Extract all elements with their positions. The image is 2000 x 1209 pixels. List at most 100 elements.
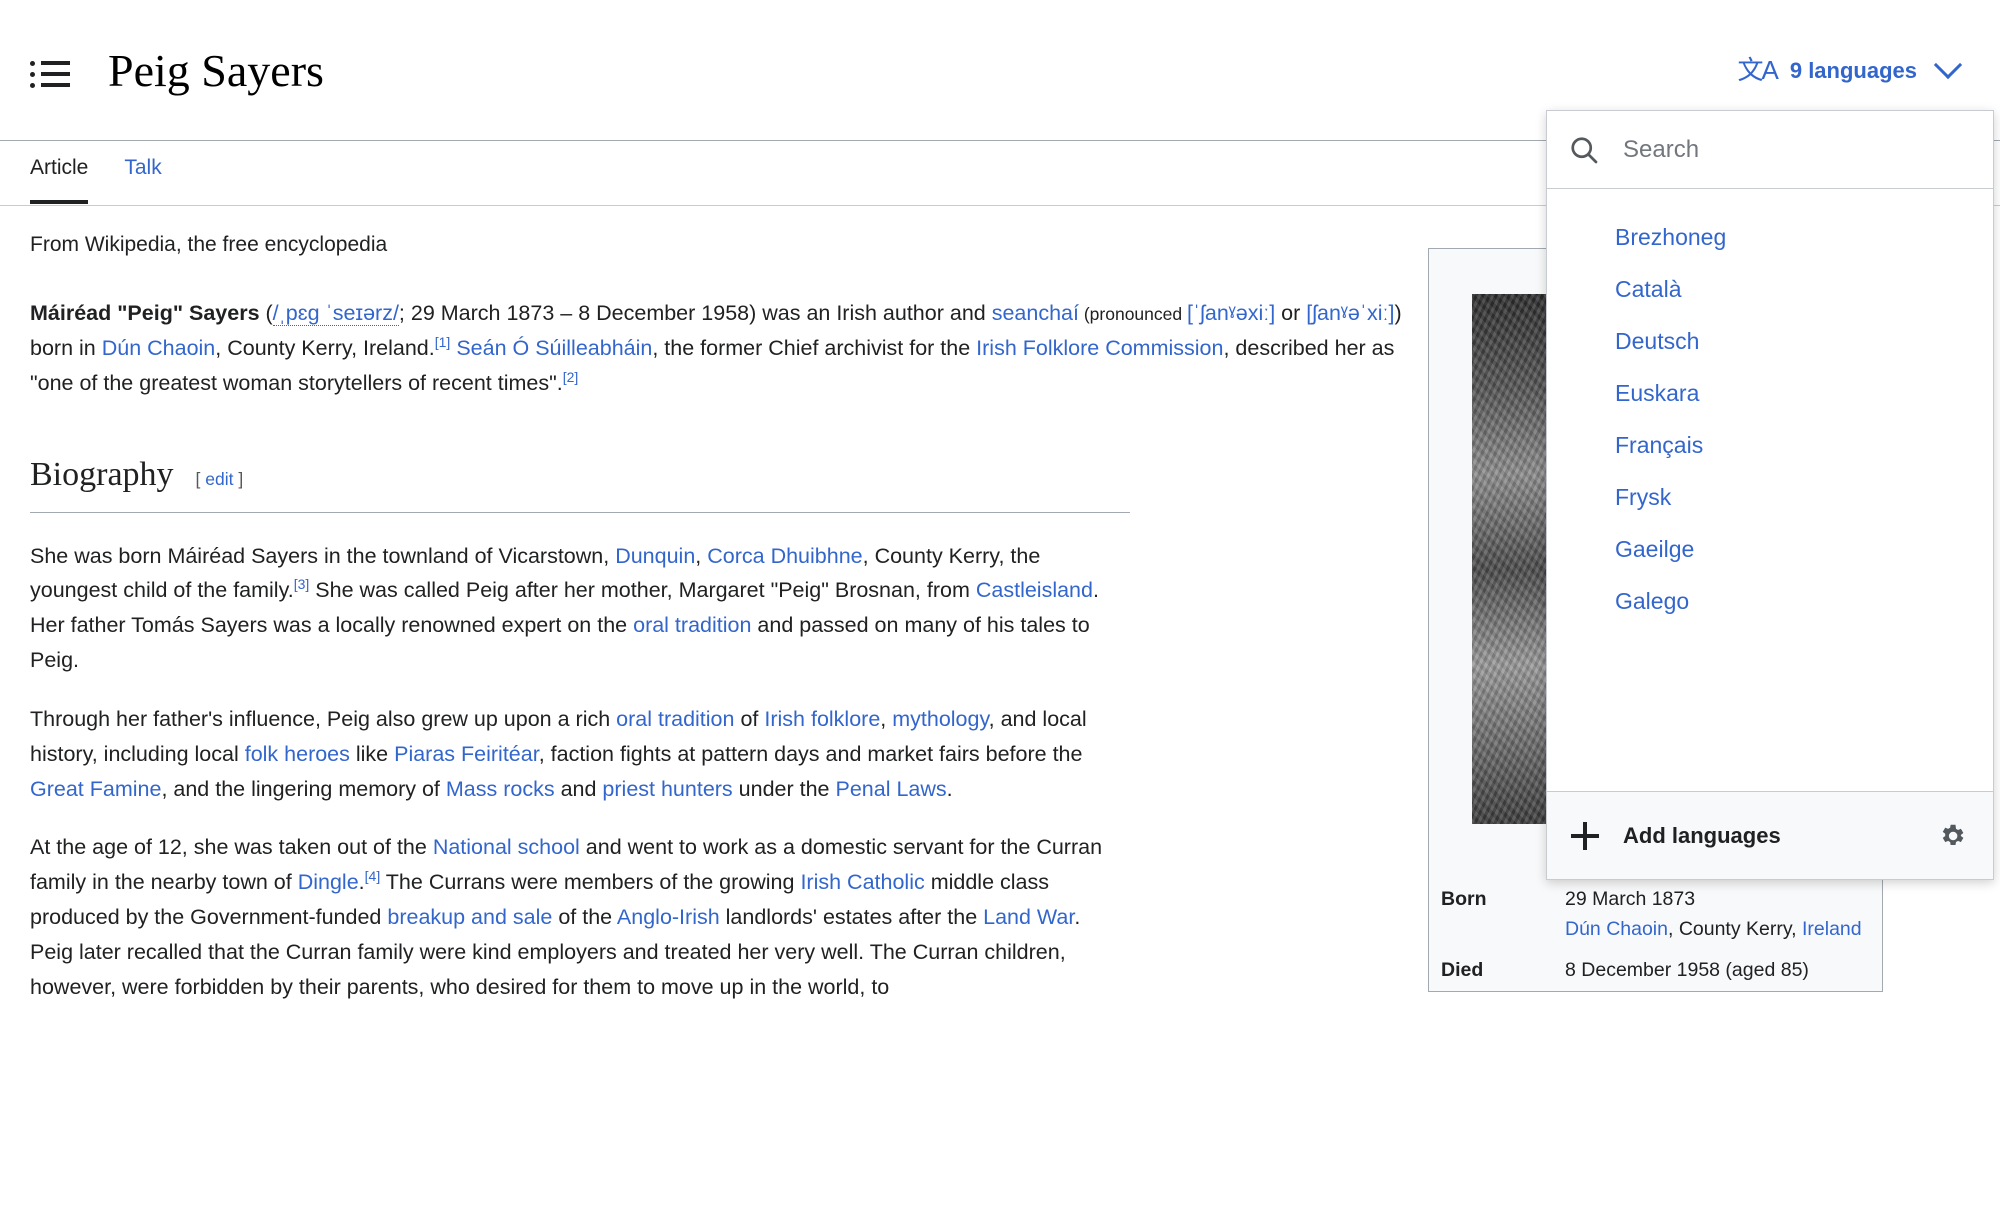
language-item-galego[interactable]: Galego xyxy=(1547,575,1993,627)
born-place: Dún Chaoin, County Kerry, Ireland xyxy=(1565,915,1870,944)
p2-text-c: , xyxy=(880,706,893,731)
language-item-gaeilge[interactable]: Gaeilge xyxy=(1547,523,1993,575)
language-item-brezhoneg[interactable]: Brezhoneg xyxy=(1547,211,1993,263)
language-item-catala[interactable]: Català xyxy=(1547,263,1993,315)
lead-archivist: , the former Chief archivist for the xyxy=(652,335,977,360)
p2-text-a: Through her father's influence, Peig als… xyxy=(30,706,617,731)
paragraph-2: Through her father's influence, Peig als… xyxy=(30,702,1120,806)
paragraph-1: She was born Máiréad Sayers in the townl… xyxy=(30,539,1120,678)
p1-text-d: She was called Peig after her mother, Ma… xyxy=(309,578,976,603)
link-mass-rocks[interactable]: Mass rocks xyxy=(446,777,555,801)
edit-bracket-close: ] xyxy=(238,468,244,489)
edit-section-link[interactable]: edit xyxy=(205,469,233,489)
language-panel-footer: Add languages xyxy=(1547,791,1993,879)
link-mythology[interactable]: mythology xyxy=(892,707,988,731)
born-place-rest: , County Kerry, xyxy=(1667,917,1802,940)
page-title: Peig Sayers xyxy=(108,45,324,96)
language-item-frysk[interactable]: Frysk xyxy=(1547,471,1993,523)
link-breakup-and-sale[interactable]: breakup and sale xyxy=(387,905,552,929)
lead-county: , County Kerry, Ireland. xyxy=(215,335,435,360)
p1-text-b: , xyxy=(695,543,708,568)
lead-paragraph: Máiréad "Peig" Sayers (/ˌpɛɡ ˈseɪərz/; 2… xyxy=(30,296,1420,400)
add-languages-button[interactable]: Add languages xyxy=(1623,823,1937,849)
p2-text-i: under the xyxy=(732,776,836,801)
language-count-label: 9 languages xyxy=(1789,58,1917,83)
tab-article[interactable]: Article xyxy=(30,157,89,204)
link-oral-tradition-1[interactable]: oral tradition xyxy=(633,613,751,637)
link-seanchai[interactable]: seanchaí xyxy=(992,301,1079,325)
link-oral-tradition-2[interactable]: oral tradition xyxy=(616,707,734,731)
link-land-war[interactable]: Land War xyxy=(983,905,1074,929)
reference-4[interactable]: [4] xyxy=(365,868,381,884)
infobox-value-born: 29 March 1873 Dún Chaoin, County Kerry, … xyxy=(1557,883,1882,946)
infobox-row-born: Born 29 March 1873 Dún Chaoin, County Ke… xyxy=(1429,879,1882,950)
infobox-label-died: Died xyxy=(1441,958,1484,981)
reference-1[interactable]: [1] xyxy=(435,334,451,350)
tab-talk[interactable]: Talk xyxy=(124,157,161,200)
lead-dates: ; 29 March 1873 – 8 December 1958) was a… xyxy=(398,301,992,326)
link-folk-heroes[interactable]: folk heroes xyxy=(245,742,350,766)
link-anglo-irish[interactable]: Anglo-Irish xyxy=(617,905,720,929)
link-national-school[interactable]: National school xyxy=(433,835,580,859)
section-heading-biography: Biography [ edit ] xyxy=(30,447,1130,513)
p2-text-h: and xyxy=(554,776,603,801)
reference-3[interactable]: [3] xyxy=(294,576,310,592)
chevron-down-icon xyxy=(1933,50,1963,80)
p2-text-b: of xyxy=(734,706,765,731)
link-dingle[interactable]: Dingle xyxy=(298,870,359,894)
paragraph-3: At the age of 12, she was taken out of t… xyxy=(30,830,1120,1004)
language-dropdown-panel: Brezhoneg Català Deutsch Euskara Françai… xyxy=(1546,110,1994,880)
link-castleisland[interactable]: Castleisland xyxy=(976,578,1093,602)
p3-text-a: At the age of 12, she was taken out of t… xyxy=(30,835,433,860)
pronounced-label: (pronounced xyxy=(1078,304,1187,325)
language-list: Brezhoneg Català Deutsch Euskara Françai… xyxy=(1547,189,1993,791)
reference-2[interactable]: [2] xyxy=(563,369,579,385)
link-piaras-feiritear[interactable]: Piaras Feiritéar xyxy=(394,742,539,766)
link-corca-dhuibhne[interactable]: Corca Dhuibhne xyxy=(707,544,862,568)
edit-bracket-open: [ xyxy=(195,468,201,489)
language-item-deutsch[interactable]: Deutsch xyxy=(1547,315,1993,367)
link-dunquin[interactable]: Dunquin xyxy=(615,544,695,568)
edit-section-wrap: [ edit ] xyxy=(196,465,244,493)
p2-text-g: , and the lingering memory of xyxy=(161,776,446,801)
link-dun-chaoin-infobox[interactable]: Dún Chaoin xyxy=(1565,918,1668,940)
link-dun-chaoin[interactable]: Dún Chaoin xyxy=(102,336,216,360)
link-irish-folklore[interactable]: Irish folklore xyxy=(764,707,880,731)
lead-open-paren: ( xyxy=(259,301,273,326)
subject-name: Máiréad "Peig" Sayers xyxy=(30,301,260,326)
language-item-francais[interactable]: Français xyxy=(1547,419,1993,471)
language-search-row xyxy=(1547,111,1993,189)
list-menu-icon[interactable] xyxy=(30,54,70,88)
p3-text-f: of the xyxy=(552,905,617,930)
link-priest-hunters[interactable]: priest hunters xyxy=(602,777,732,801)
language-search-input[interactable] xyxy=(1621,134,1971,165)
section-title: Biography xyxy=(30,455,174,493)
ipa-english-link[interactable]: /ˌpɛɡ ˈseɪərz/ xyxy=(272,301,399,327)
ipa-irish-link-1[interactable]: [ˈʃanˠəxiː] xyxy=(1187,301,1275,325)
p3-text-d: The Currans were members of the growing xyxy=(380,870,801,895)
infobox-row-died: Died 8 December 1958 (aged 85) xyxy=(1429,950,1882,991)
born-date: 29 March 1873 xyxy=(1565,888,1696,911)
translate-icon: 文A xyxy=(1737,55,1779,85)
p3-text-g: landlords' estates after the xyxy=(719,905,984,930)
link-irish-catholic[interactable]: Irish Catholic xyxy=(800,870,924,894)
p2-text-e: like xyxy=(349,741,395,766)
link-penal-laws[interactable]: Penal Laws xyxy=(835,777,946,801)
link-sean-o-suilleabhain[interactable]: Seán Ó Súilleabháin xyxy=(456,336,652,360)
link-ireland-infobox[interactable]: Ireland xyxy=(1802,918,1862,940)
infobox-label-born: Born xyxy=(1441,888,1487,911)
ipa-irish-link-2[interactable]: [ʃanˠəˈxiː] xyxy=(1306,301,1394,325)
lead-section: Máiréad "Peig" Sayers (/ˌpɛɡ ˈseɪərz/; 2… xyxy=(30,296,1420,400)
language-item-euskara[interactable]: Euskara xyxy=(1547,367,1993,419)
link-irish-folklore-commission[interactable]: Irish Folklore Commission xyxy=(976,336,1223,360)
language-selector-button[interactable]: 文A 9 languages xyxy=(1737,50,1963,85)
biography-body: She was born Máiréad Sayers in the townl… xyxy=(30,539,1120,1005)
gear-icon[interactable] xyxy=(1937,821,1967,851)
p2-text-j: . xyxy=(946,776,953,801)
p1-text-a: She was born Máiréad Sayers in the townl… xyxy=(30,543,616,568)
search-icon xyxy=(1571,136,1598,163)
plus-icon[interactable] xyxy=(1571,821,1599,850)
link-great-famine[interactable]: Great Famine xyxy=(30,777,161,801)
p2-text-f: , faction fights at pattern days and mar… xyxy=(538,741,1083,766)
infobox-value-died: 8 December 1958 (aged 85) xyxy=(1565,958,1809,981)
